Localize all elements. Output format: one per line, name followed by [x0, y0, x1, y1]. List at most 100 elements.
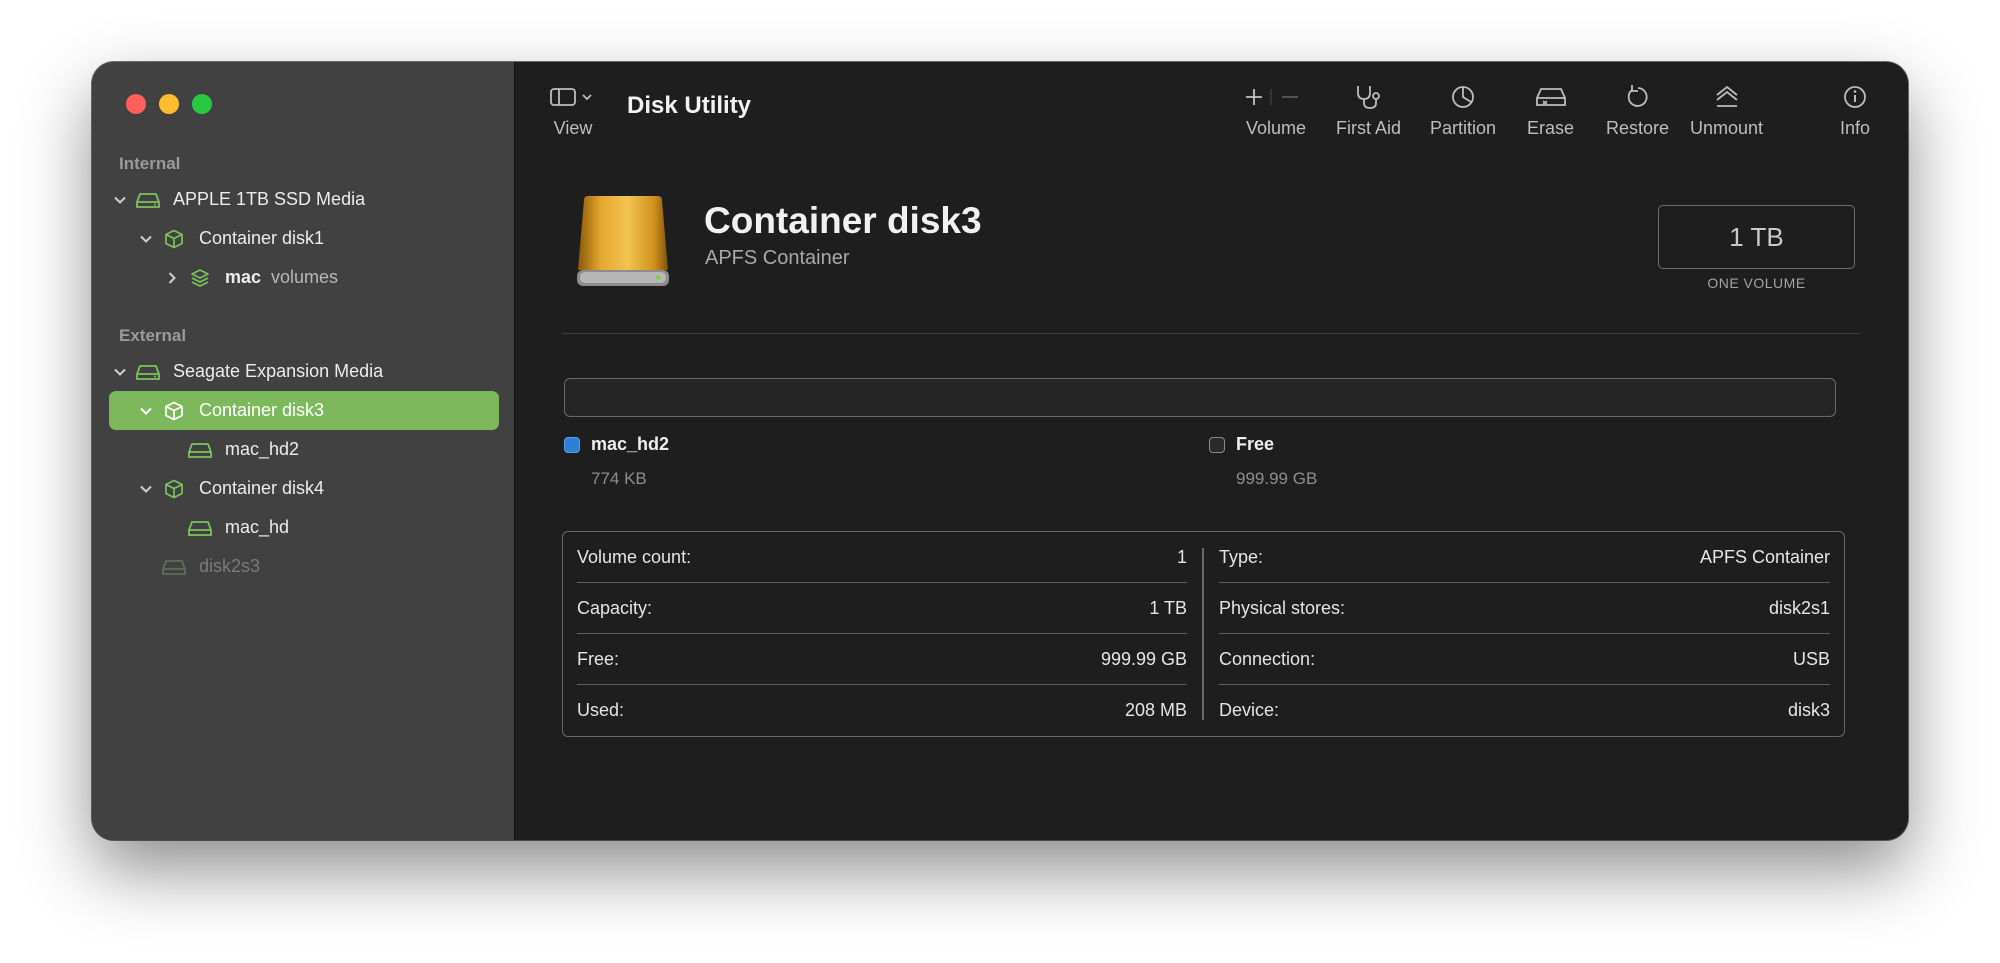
- partition-button[interactable]: Partition: [1430, 80, 1496, 139]
- info-key: Free:: [577, 649, 620, 669]
- sidebar-item-apple-ssd[interactable]: APPLE 1TB SSD Media: [109, 180, 499, 219]
- disk-size: 1 TB: [1729, 221, 1784, 252]
- info-value: 1: [1176, 547, 1187, 567]
- sidebar-item-container-disk1[interactable]: Container disk1: [109, 219, 499, 258]
- erase-label: Erase: [1527, 118, 1575, 138]
- header-divider: [562, 333, 1860, 334]
- legend-item-free: Free 999.99 GB: [1209, 434, 1317, 489]
- unmount-button[interactable]: Unmount: [1690, 80, 1763, 139]
- volume-count-caption: ONE VOLUME: [1707, 275, 1806, 291]
- main-pane: View Disk Utility Volume First Aid Parti…: [516, 62, 1908, 840]
- close-button[interactable]: [126, 94, 146, 114]
- volume-drive-icon: [187, 517, 213, 539]
- disk-size-box: 1 TB: [1658, 205, 1855, 269]
- blue-swatch: [564, 436, 580, 453]
- info-row-volume-count: Volume count: 1: [577, 532, 1187, 583]
- info-key: Device:: [1219, 700, 1280, 720]
- sidebar-item-label: Seagate Expansion Media: [173, 361, 384, 381]
- sidebar-item-seagate[interactable]: Seagate Expansion Media: [109, 352, 499, 391]
- sidebar: Internal APPLE 1TB SSD Media Container d…: [92, 62, 515, 840]
- info-row-physical-stores: Physical stores: disk2s1: [1219, 583, 1830, 634]
- partition-label: Partition: [1430, 118, 1497, 138]
- sidebar-item-mac-hd[interactable]: mac_hd: [109, 508, 499, 547]
- info-column-left: Volume count: 1 Capacity: 1 TB Free: 999…: [577, 532, 1187, 736]
- volume-drive-icon: [187, 439, 213, 461]
- info-row-type: Type: APFS Container: [1219, 532, 1830, 583]
- unmounted-drive-icon: [161, 556, 187, 578]
- chevron-down-icon[interactable]: [135, 482, 157, 496]
- sidebar-item-container-disk3[interactable]: Container disk3: [109, 391, 499, 430]
- info-key: Capacity:: [577, 598, 653, 618]
- info-key: Volume count:: [577, 547, 692, 567]
- info-value: disk3: [1787, 700, 1830, 720]
- info-table: Volume count: 1 Capacity: 1 TB Free: 999…: [562, 531, 1845, 737]
- info-button[interactable]: Info: [1840, 80, 1870, 139]
- sidebar-item-label: Container disk3: [199, 400, 325, 420]
- info-value: 999.99 GB: [1100, 649, 1187, 669]
- legend-value: 774 KB: [591, 469, 647, 488]
- view-label: View: [553, 118, 593, 138]
- chevron-down-icon[interactable]: [135, 404, 157, 418]
- window-controls: [126, 94, 212, 114]
- section-label-internal: Internal: [119, 154, 181, 173]
- sidebar-item-label: APPLE 1TB SSD Media: [173, 189, 366, 209]
- volume-button[interactable]: Volume: [1244, 80, 1308, 139]
- chevron-right-icon[interactable]: [161, 271, 183, 285]
- disk-utility-window: Internal APPLE 1TB SSD Media Container d…: [92, 62, 1908, 840]
- restore-arrow-icon: [1625, 80, 1651, 114]
- pie-chart-icon: [1450, 80, 1476, 114]
- info-key: Physical stores:: [1219, 598, 1346, 618]
- erase-button[interactable]: Erase: [1527, 80, 1574, 139]
- eject-icon: [1714, 80, 1740, 114]
- disk-type-subtitle: APFS Container: [705, 247, 850, 269]
- chevron-down-icon[interactable]: [135, 232, 157, 246]
- legend-value: 999.99 GB: [1236, 469, 1318, 488]
- disk-name: Container disk3: [704, 200, 982, 241]
- sidebar-item-disk2s3[interactable]: disk2s3: [109, 547, 499, 586]
- container-cube-icon: [161, 400, 187, 422]
- volume-label: Volume: [1245, 118, 1307, 138]
- first-aid-button[interactable]: First Aid: [1336, 80, 1401, 139]
- first-aid-label: First Aid: [1336, 118, 1402, 138]
- info-value: disk2s1: [1768, 598, 1830, 618]
- info-row-free: Free: 999.99 GB: [577, 634, 1187, 685]
- minimize-button[interactable]: [159, 94, 179, 114]
- view-button[interactable]: View: [550, 80, 596, 139]
- external-drive-icon: [135, 361, 161, 383]
- volume-stack-icon: [187, 267, 213, 289]
- sidebar-item-mac-volumes[interactable]: mac volumes: [109, 258, 499, 297]
- info-key: Type:: [1219, 547, 1264, 567]
- column-separator: [1202, 548, 1204, 720]
- info-key: Connection:: [1219, 649, 1316, 669]
- info-icon: [1842, 80, 1868, 114]
- internal-drive-icon: [135, 189, 161, 211]
- restore-button[interactable]: Restore: [1606, 80, 1669, 139]
- sidebar-item-label: mac: [225, 267, 262, 287]
- legend-name: mac_hd2: [591, 434, 670, 454]
- restore-label: Restore: [1606, 118, 1670, 138]
- erase-drive-icon: [1535, 80, 1567, 114]
- container-cube-icon: [161, 478, 187, 500]
- legend-name: Free: [1236, 434, 1275, 454]
- chevron-down-icon[interactable]: [109, 193, 131, 207]
- add-remove-volume: [1244, 80, 1308, 114]
- sidebar-item-label: disk2s3: [199, 556, 261, 576]
- info-row-connection: Connection: USB: [1219, 634, 1830, 685]
- zoom-button[interactable]: [192, 94, 212, 114]
- external-drive-large-icon: [574, 192, 672, 292]
- free-swatch: [1209, 436, 1225, 453]
- sidebar-item-container-disk4[interactable]: Container disk4: [109, 469, 499, 508]
- container-cube-icon: [161, 228, 187, 250]
- info-row-used: Used: 208 MB: [577, 685, 1187, 736]
- info-value: 1 TB: [1149, 598, 1187, 618]
- sidebar-item-label: mac_hd2: [225, 439, 300, 459]
- info-column-right: Type: APFS Container Physical stores: di…: [1219, 532, 1830, 736]
- chevron-down-icon[interactable]: [109, 365, 131, 379]
- sidebar-item-label: mac_hd: [225, 517, 290, 537]
- info-label: Info: [1840, 118, 1871, 138]
- info-value: 208 MB: [1124, 700, 1187, 720]
- sidebar-toggle-icon: [550, 80, 596, 114]
- sidebar-item-label: Container disk1: [199, 228, 325, 248]
- sidebar-item-suffix: volumes: [271, 267, 339, 287]
- sidebar-item-mac-hd2[interactable]: mac_hd2: [109, 430, 499, 469]
